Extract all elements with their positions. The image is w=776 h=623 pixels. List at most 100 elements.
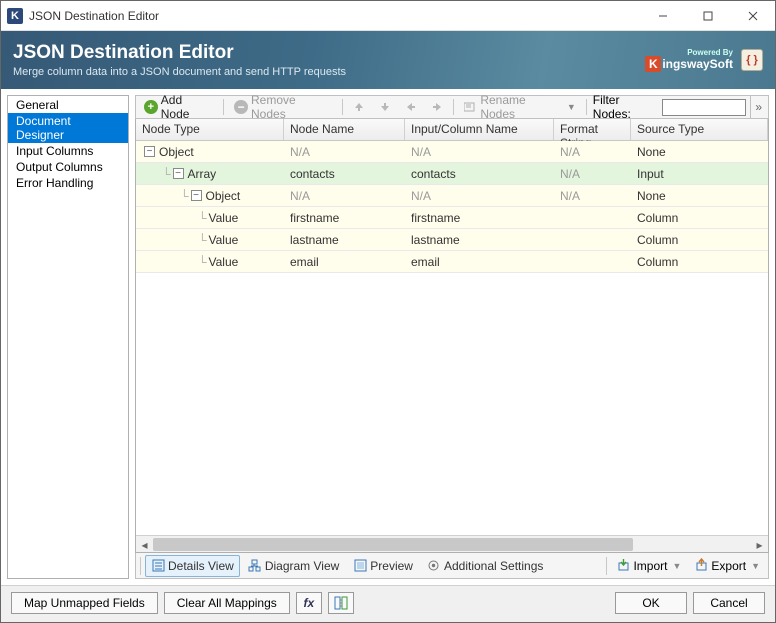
move-right-icon xyxy=(431,101,443,113)
details-view-label: Details View xyxy=(168,559,234,573)
cell-node-name: email xyxy=(284,255,405,269)
table-row[interactable]: └−ObjectN/AN/AN/ANone xyxy=(136,185,768,207)
import-icon xyxy=(617,558,630,574)
cell-input-column-name: firstname xyxy=(405,211,554,225)
body: General Document Designer Input Columns … xyxy=(1,89,775,585)
plus-icon: + xyxy=(144,100,158,114)
json-icon: { } xyxy=(741,49,763,71)
clear-all-mappings-button[interactable]: Clear All Mappings xyxy=(164,592,290,614)
cell-input-column-name: lastname xyxy=(405,233,554,247)
col-source-type[interactable]: Source Type xyxy=(631,119,768,140)
sidebar: General Document Designer Input Columns … xyxy=(7,95,129,579)
cell-node-type: └−Array xyxy=(136,167,284,181)
filter-nodes-box: Filter Nodes: xyxy=(591,93,749,121)
filter-nodes-label: Filter Nodes: xyxy=(593,93,659,121)
rename-icon xyxy=(464,101,477,113)
move-left-icon xyxy=(405,101,417,113)
move-left-button[interactable] xyxy=(399,98,423,116)
table-row[interactable]: └−ArraycontactscontactsN/AInput xyxy=(136,163,768,185)
import-button[interactable]: Import ▼ xyxy=(611,554,687,578)
export-button[interactable]: Export ▼ xyxy=(689,554,766,578)
close-button[interactable] xyxy=(730,1,775,30)
window-controls xyxy=(640,1,775,30)
column-mapping-icon-button[interactable] xyxy=(328,592,354,614)
sidebar-item-general[interactable]: General xyxy=(8,97,128,113)
export-icon xyxy=(695,558,708,574)
tab-details-view[interactable]: Details View xyxy=(145,555,240,577)
cell-node-type: └−Object xyxy=(136,189,284,203)
col-format-string[interactable]: Format String xyxy=(554,119,631,140)
window-title: JSON Destination Editor xyxy=(29,9,640,23)
tab-preview[interactable]: Preview xyxy=(347,555,419,577)
titlebar: K JSON Destination Editor xyxy=(1,1,775,31)
tree-toggle[interactable]: − xyxy=(144,146,155,157)
header-banner: JSON Destination Editor Merge column dat… xyxy=(1,31,775,89)
cell-input-column-name: contacts xyxy=(405,167,554,181)
view-tabs-separator xyxy=(140,557,141,575)
move-right-button[interactable] xyxy=(425,98,449,116)
tab-additional-settings[interactable]: Additional Settings xyxy=(421,555,549,577)
scroll-left-button[interactable]: ◂ xyxy=(136,536,153,553)
tab-diagram-view[interactable]: Diagram View xyxy=(242,555,345,577)
cell-node-name: lastname xyxy=(284,233,405,247)
grid-body: −ObjectN/AN/AN/ANone└−Arraycontactsconta… xyxy=(136,141,768,535)
scroll-thumb[interactable] xyxy=(153,538,633,551)
scroll-right-button[interactable]: ▸ xyxy=(751,536,768,553)
table-row[interactable]: −ObjectN/AN/AN/ANone xyxy=(136,141,768,163)
cell-format-string: N/A xyxy=(554,189,631,203)
table-row[interactable]: └ValueemailemailColumn xyxy=(136,251,768,273)
table-row[interactable]: └ValuelastnamelastnameColumn xyxy=(136,229,768,251)
import-label: Import xyxy=(633,559,667,573)
add-node-label: Add Node xyxy=(161,93,213,121)
cell-node-name: N/A xyxy=(284,189,405,203)
designer-toolbar: + Add Node − Remove Nodes xyxy=(135,95,769,119)
cell-source-type: None xyxy=(631,145,768,159)
page-title: JSON Destination Editor xyxy=(13,42,346,64)
cell-node-type: └Value xyxy=(136,255,284,269)
fx-button[interactable]: fx xyxy=(296,592,322,614)
toolbar-separator xyxy=(453,99,454,115)
cell-source-type: Column xyxy=(631,211,768,225)
app-icon: K xyxy=(7,8,23,24)
gear-icon xyxy=(427,559,441,573)
minimize-button[interactable] xyxy=(640,1,685,30)
table-row[interactable]: └ValuefirstnamefirstnameColumn xyxy=(136,207,768,229)
dropdown-icon: ▼ xyxy=(567,102,576,112)
cell-source-type: Column xyxy=(631,255,768,269)
col-node-name[interactable]: Node Name xyxy=(284,119,405,140)
sidebar-item-error-handling[interactable]: Error Handling xyxy=(8,175,128,191)
cell-input-column-name: N/A xyxy=(405,189,554,203)
horizontal-scrollbar[interactable]: ◂ ▸ xyxy=(136,535,768,552)
tree-toggle[interactable]: − xyxy=(191,190,202,201)
preview-icon xyxy=(353,559,367,573)
view-tabs-separator xyxy=(606,557,607,575)
cell-format-string: N/A xyxy=(554,145,631,159)
sidebar-item-output-columns[interactable]: Output Columns xyxy=(8,159,128,175)
dropdown-icon: ▼ xyxy=(672,561,681,571)
move-up-button[interactable] xyxy=(347,98,371,116)
cell-node-type: └Value xyxy=(136,233,284,247)
col-input-column-name[interactable]: Input/Column Name xyxy=(405,119,554,140)
rename-nodes-label: Rename Nodes xyxy=(480,93,562,121)
move-down-button[interactable] xyxy=(373,98,397,116)
sidebar-item-input-columns[interactable]: Input Columns xyxy=(8,143,128,159)
cancel-button[interactable]: Cancel xyxy=(693,592,765,614)
cell-source-type: Input xyxy=(631,167,768,181)
map-unmapped-fields-button[interactable]: Map Unmapped Fields xyxy=(11,592,158,614)
minus-icon: − xyxy=(234,100,248,114)
toolbar-overflow-button[interactable]: » xyxy=(750,96,766,118)
brand-logo: Powered By KingswaySoft xyxy=(645,48,733,72)
cell-node-name: contacts xyxy=(284,167,405,181)
toolbar-separator xyxy=(586,99,587,115)
maximize-button[interactable] xyxy=(685,1,730,30)
col-node-type[interactable]: Node Type xyxy=(136,119,284,140)
brand-name: ingswaySoft xyxy=(662,57,733,71)
grid-header-row: Node Type Node Name Input/Column Name Fo… xyxy=(136,119,768,141)
move-up-icon xyxy=(353,101,365,113)
move-down-icon xyxy=(379,101,391,113)
tree-toggle[interactable]: − xyxy=(173,168,184,179)
ok-button[interactable]: OK xyxy=(615,592,687,614)
remove-nodes-label: Remove Nodes xyxy=(251,93,332,121)
filter-nodes-input[interactable] xyxy=(662,99,746,116)
sidebar-item-document-designer[interactable]: Document Designer xyxy=(8,113,128,143)
